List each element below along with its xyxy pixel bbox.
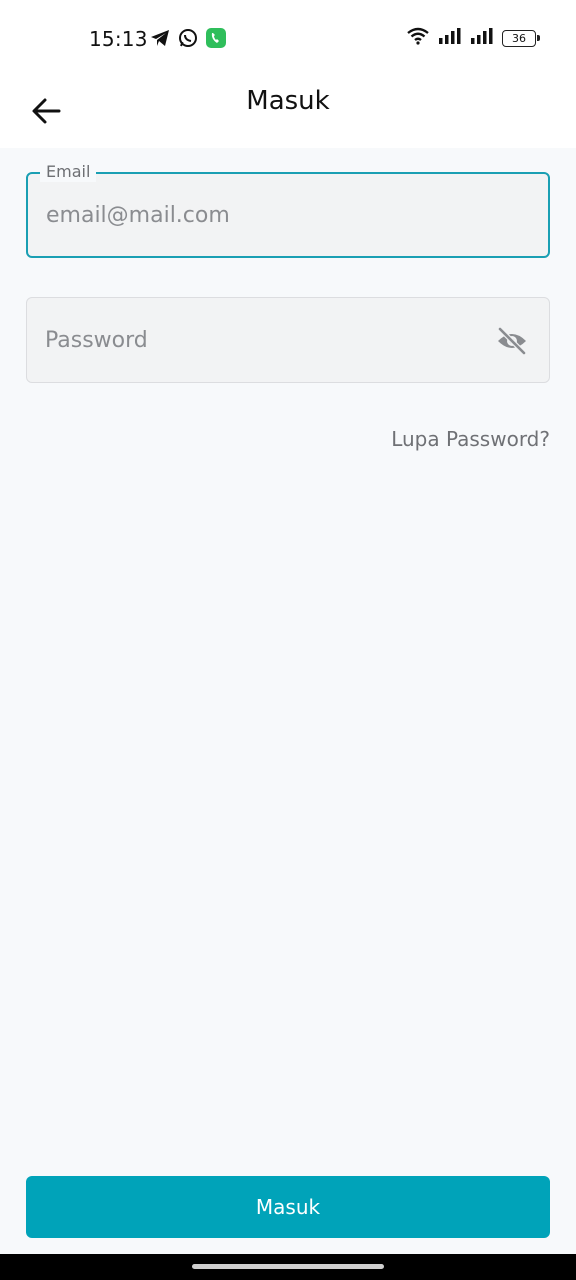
- signal-icon: [470, 27, 494, 49]
- email-field[interactable]: Email: [26, 162, 550, 258]
- phone-call-icon: [206, 28, 226, 52]
- password-field[interactable]: [26, 297, 550, 383]
- telegram-icon: [150, 29, 170, 51]
- status-bar: 15:13 36: [0, 0, 576, 74]
- status-time: 15:13: [89, 27, 148, 51]
- battery-icon: 36: [502, 29, 540, 47]
- eye-off-icon: [497, 327, 527, 355]
- password-input[interactable]: [45, 298, 485, 382]
- app-bar: Masuk: [0, 74, 576, 148]
- login-button[interactable]: Masuk: [26, 1176, 550, 1238]
- signal-icon: [438, 27, 462, 49]
- forgot-password-link[interactable]: Lupa Password?: [391, 427, 550, 451]
- system-navigation-bar: [0, 1254, 576, 1280]
- page-title: Masuk: [246, 86, 330, 116]
- system-icons: 36: [406, 27, 540, 49]
- notification-icons: [150, 28, 226, 52]
- toggle-password-visibility-button[interactable]: [495, 324, 529, 358]
- wifi-icon: [406, 27, 430, 49]
- whatsapp-icon: [178, 28, 198, 52]
- email-input[interactable]: [46, 174, 486, 256]
- home-indicator[interactable]: [192, 1264, 384, 1269]
